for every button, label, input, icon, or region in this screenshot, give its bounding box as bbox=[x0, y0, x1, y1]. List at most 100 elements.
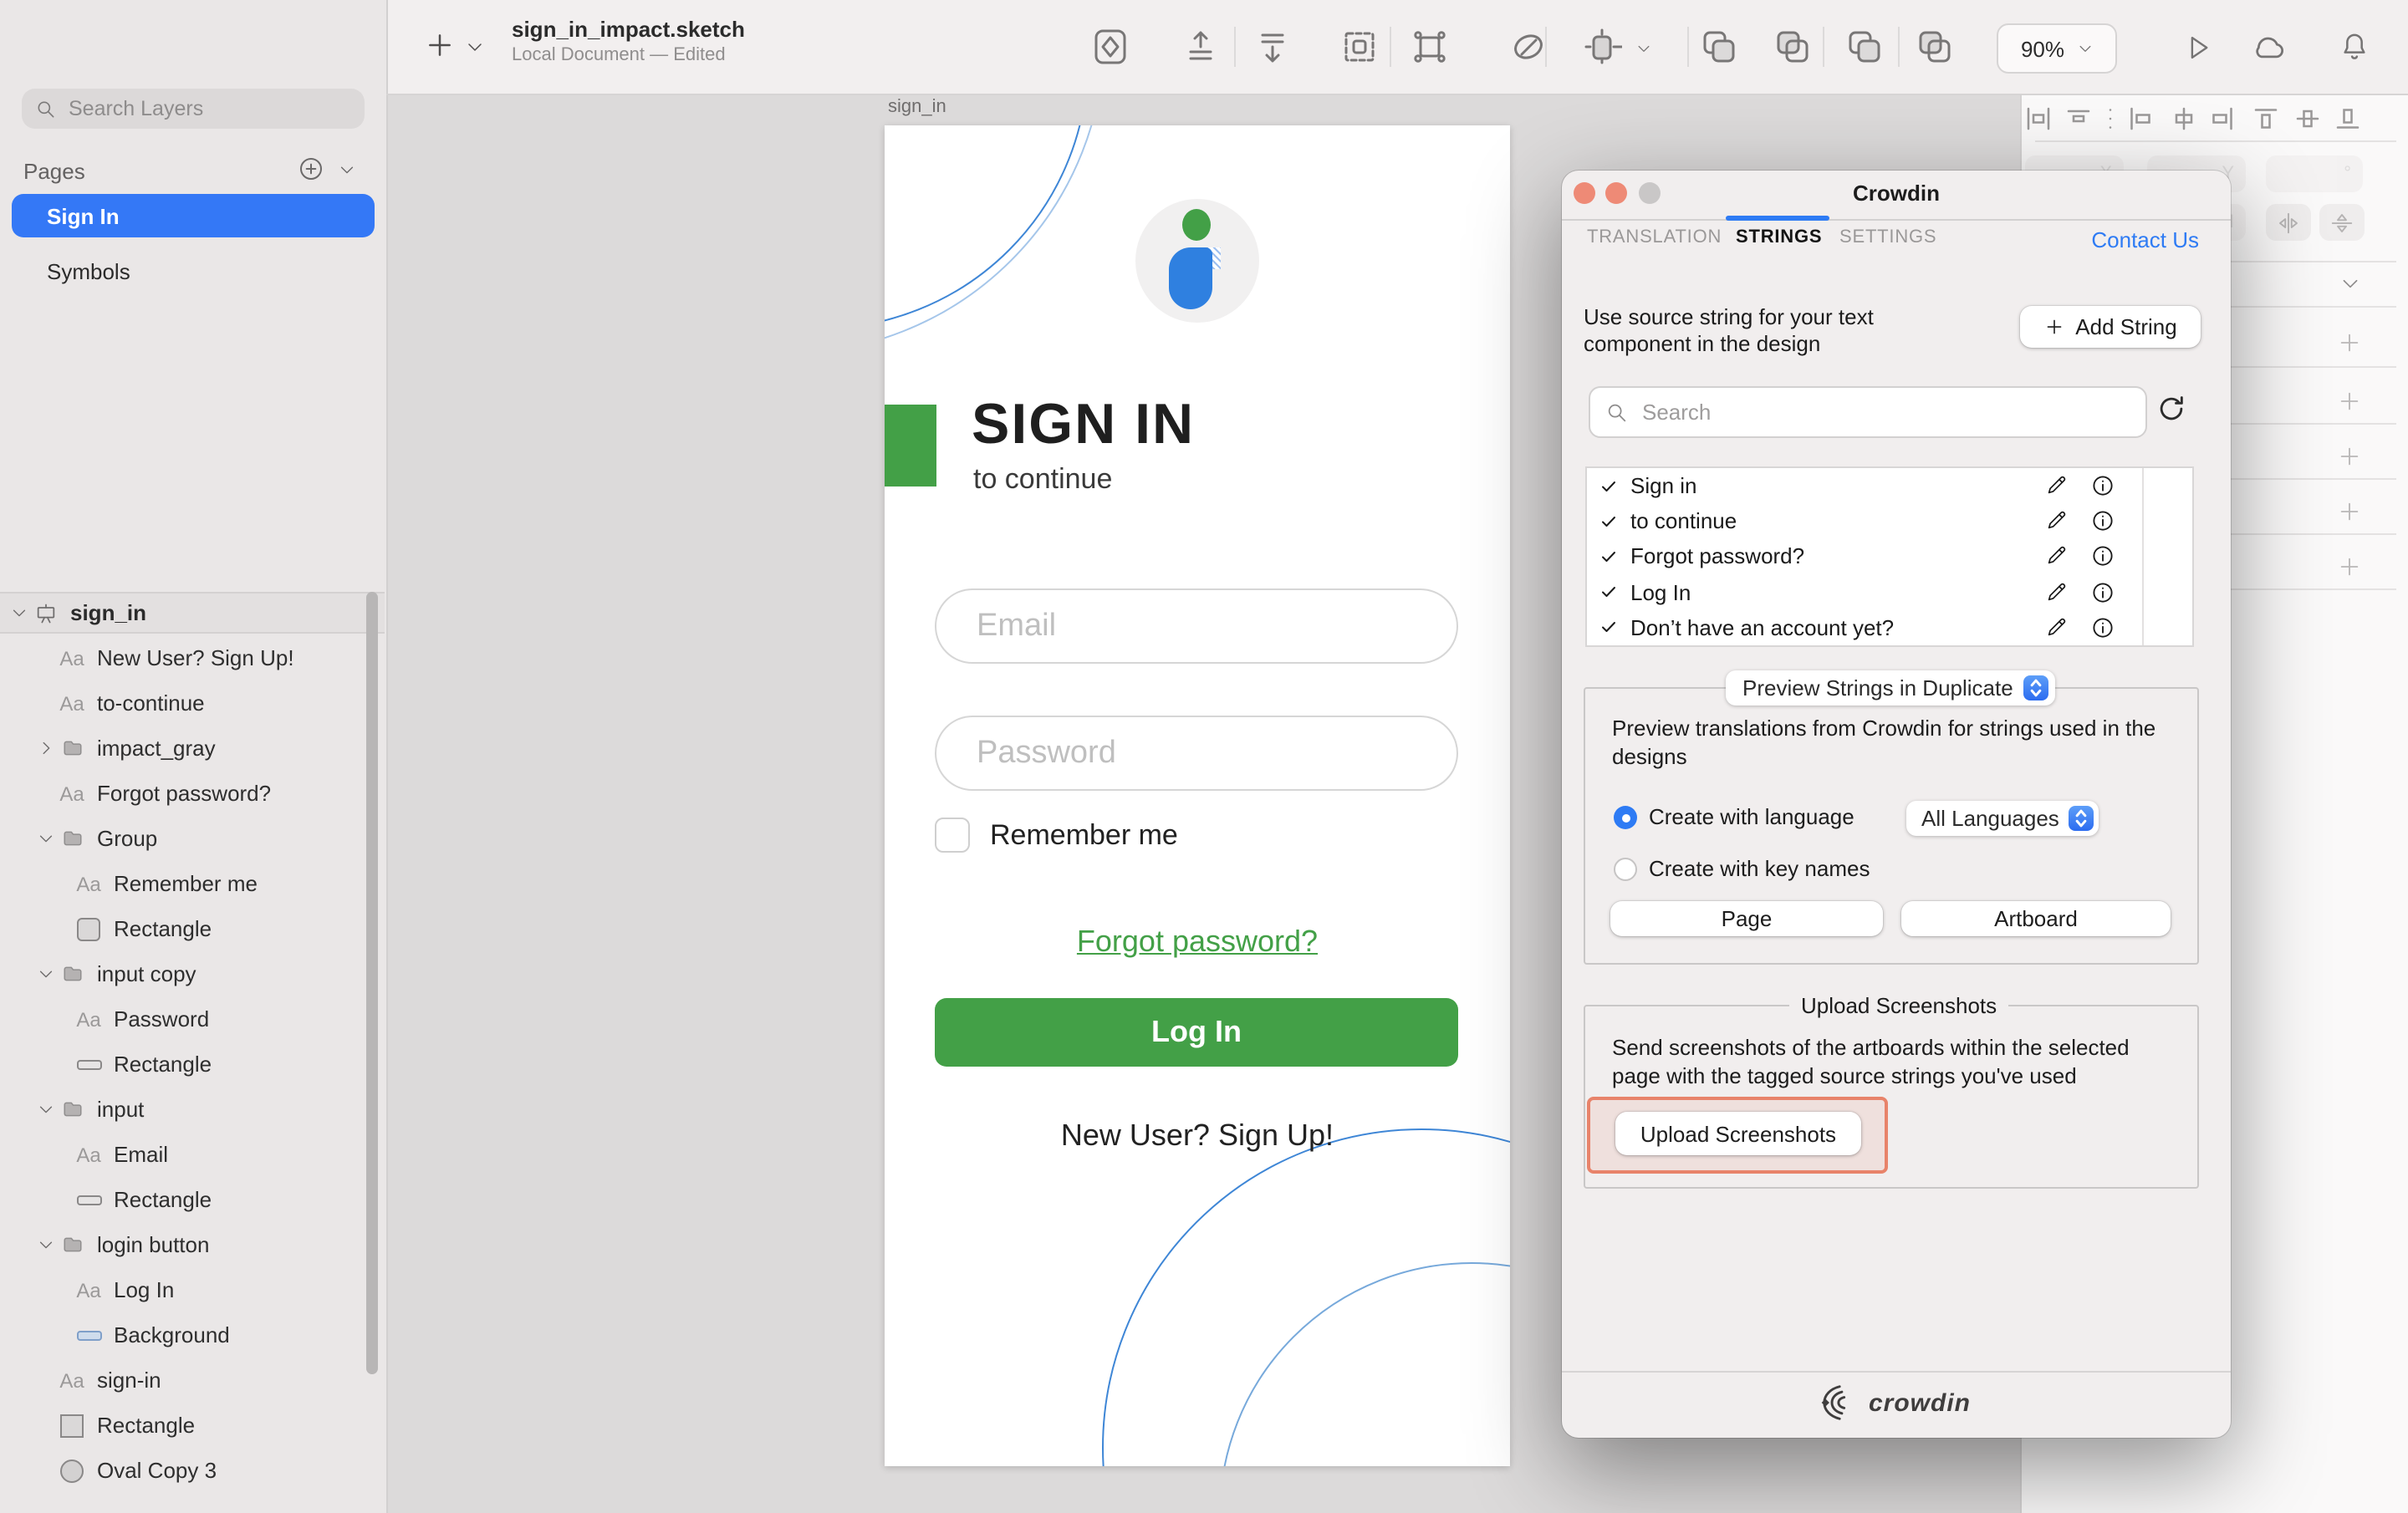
string-row-3[interactable]: Log In bbox=[1587, 574, 2192, 609]
symbol-tool-button[interactable] bbox=[1090, 27, 1130, 67]
string-row-2[interactable]: Forgot password? bbox=[1587, 539, 2192, 574]
more-options-button[interactable] bbox=[2095, 104, 2125, 142]
string-row-1[interactable]: to continue bbox=[1587, 503, 2192, 538]
layer-row-group[interactable]: Group bbox=[0, 816, 365, 861]
resize-menu-chevron[interactable] bbox=[1635, 40, 1652, 57]
chevron-slot[interactable] bbox=[33, 1235, 57, 1254]
rotation-field[interactable]: ° bbox=[2266, 155, 2363, 192]
search-layers-input[interactable] bbox=[65, 95, 323, 122]
page-button[interactable]: Page bbox=[1610, 901, 1883, 936]
string-info-button[interactable] bbox=[2090, 544, 2115, 569]
boolean-difference-button[interactable] bbox=[1915, 27, 1955, 67]
distribute-up-button[interactable] bbox=[1181, 27, 1221, 67]
tab-settings[interactable]: SETTINGS bbox=[1839, 227, 1936, 247]
ungroup-button[interactable] bbox=[1410, 27, 1450, 67]
flip-vertical-button[interactable] bbox=[2319, 204, 2365, 241]
add-style-button[interactable] bbox=[2336, 498, 2363, 525]
artboard-button[interactable]: Artboard bbox=[1901, 901, 2171, 936]
artboard-name-label[interactable]: sign_in bbox=[888, 97, 946, 117]
artboard-layer-header[interactable]: sign_in bbox=[0, 592, 385, 634]
edit-string-button[interactable] bbox=[2045, 579, 2069, 604]
add-string-button[interactable]: Add String bbox=[2020, 306, 2201, 348]
radio-selected-icon[interactable] bbox=[1614, 807, 1637, 830]
create-with-language-option[interactable]: Create with language bbox=[1614, 804, 1854, 832]
strings-search-input[interactable] bbox=[1639, 398, 2114, 426]
language-dropdown[interactable]: All Languages bbox=[1906, 801, 2099, 836]
flip-horizontal-button[interactable] bbox=[2266, 204, 2311, 241]
group-button[interactable] bbox=[1339, 27, 1380, 67]
string-info-button[interactable] bbox=[2090, 615, 2115, 640]
notifications-button[interactable] bbox=[2338, 28, 2371, 65]
upload-screenshots-button[interactable]: Upload Screenshots bbox=[1615, 1112, 1861, 1155]
edit-string-button[interactable] bbox=[2045, 615, 2069, 640]
sign-in-artboard[interactable]: SIGN IN to continue Remember me Forgot p… bbox=[885, 125, 1510, 1466]
sidebar-page-symbols[interactable]: Symbols bbox=[12, 249, 375, 293]
layer-row-new-user-sign-up-[interactable]: AaNew User? Sign Up! bbox=[0, 635, 365, 680]
add-style-button[interactable] bbox=[2336, 443, 2363, 470]
layer-row-to-continue[interactable]: Aato-continue bbox=[0, 680, 365, 726]
layer-row-rectangle[interactable]: Rectangle bbox=[0, 1177, 365, 1222]
create-with-key-names-option[interactable]: Create with key names bbox=[1614, 856, 1870, 884]
remember-me-checkbox[interactable] bbox=[935, 818, 970, 853]
zoom-level-select[interactable]: 90% bbox=[1997, 23, 2117, 74]
refresh-strings-button[interactable] bbox=[2155, 393, 2187, 425]
distribute-vertical-button[interactable] bbox=[2064, 104, 2094, 142]
edit-string-button[interactable] bbox=[2045, 544, 2069, 569]
search-layers-field[interactable] bbox=[22, 89, 365, 129]
forgot-password-link[interactable]: Forgot password? bbox=[885, 925, 1510, 960]
log-in-button[interactable]: Log In bbox=[935, 998, 1458, 1067]
distribute-horizontal-button[interactable] bbox=[2023, 104, 2053, 142]
align-middle-button[interactable] bbox=[2293, 104, 2323, 142]
strings-search-field[interactable] bbox=[1589, 386, 2147, 438]
chevron-slot[interactable] bbox=[33, 1100, 57, 1118]
align-left-button[interactable] bbox=[2125, 104, 2155, 142]
resize-constraints-button[interactable] bbox=[1582, 27, 1622, 67]
boolean-union-button[interactable] bbox=[1699, 27, 1739, 67]
collapse-section-chevron[interactable] bbox=[2339, 273, 2361, 294]
layer-row-rectangle[interactable]: Rectangle bbox=[0, 1403, 365, 1448]
password-field[interactable] bbox=[935, 716, 1458, 791]
string-row-0[interactable]: Sign in bbox=[1587, 468, 2192, 503]
layer-row-oval-copy-3[interactable]: Oval Copy 3 bbox=[0, 1448, 365, 1493]
string-info-button[interactable] bbox=[2090, 509, 2115, 534]
layer-row-input[interactable]: input bbox=[0, 1087, 365, 1132]
email-field[interactable] bbox=[935, 588, 1458, 664]
layer-row-input-copy[interactable]: input copy bbox=[0, 951, 365, 996]
layer-row-rectangle[interactable]: Rectangle bbox=[0, 906, 365, 951]
cloud-sync-button[interactable] bbox=[2249, 28, 2289, 65]
tab-strings[interactable]: STRINGS bbox=[1736, 227, 1822, 247]
layer-row-log-in[interactable]: AaLog In bbox=[0, 1267, 365, 1312]
chevron-slot[interactable] bbox=[7, 604, 30, 622]
layer-row-forgot-password-[interactable]: AaForgot password? bbox=[0, 771, 365, 816]
boolean-intersect-button[interactable] bbox=[1844, 27, 1885, 67]
distribute-down-button[interactable] bbox=[1252, 27, 1293, 67]
edit-string-button[interactable] bbox=[2045, 473, 2069, 498]
layer-row-email[interactable]: AaEmail bbox=[0, 1132, 365, 1177]
insert-menu-chevron[interactable] bbox=[465, 37, 485, 57]
align-right-button[interactable] bbox=[2207, 104, 2237, 142]
chevron-slot[interactable] bbox=[33, 965, 57, 983]
layer-row-impact-gray[interactable]: impact_gray bbox=[0, 726, 365, 771]
layer-row-rectangle[interactable]: Rectangle bbox=[0, 1042, 365, 1087]
sign-up-link[interactable]: New User? Sign Up! bbox=[885, 1118, 1510, 1154]
sidebar-page-sign-in[interactable]: Sign In bbox=[12, 194, 375, 237]
align-bottom-button[interactable] bbox=[2333, 104, 2363, 142]
sidebar-scrollbar[interactable] bbox=[366, 592, 378, 1374]
collapse-pages-chevron[interactable] bbox=[338, 160, 356, 179]
string-info-button[interactable] bbox=[2090, 579, 2115, 604]
layer-row-password[interactable]: AaPassword bbox=[0, 996, 365, 1042]
tab-translation[interactable]: TRANSLATION bbox=[1587, 227, 1722, 247]
string-row-4[interactable]: Don’t have an account yet? bbox=[1587, 610, 2192, 645]
add-style-button[interactable] bbox=[2336, 388, 2363, 415]
align-top-button[interactable] bbox=[2251, 104, 2281, 142]
preview-strings-dropdown[interactable]: Preview Strings in Duplicate bbox=[1726, 670, 2055, 706]
add-style-button[interactable] bbox=[2336, 329, 2363, 356]
preview-button[interactable] bbox=[2182, 32, 2214, 64]
edit-string-button[interactable] bbox=[2045, 509, 2069, 534]
chevron-slot[interactable] bbox=[33, 829, 57, 848]
insert-button[interactable] bbox=[423, 28, 457, 62]
string-info-button[interactable] bbox=[2090, 473, 2115, 498]
boolean-subtract-button[interactable] bbox=[1773, 27, 1813, 67]
layer-row-sign-in[interactable]: Aasign-in bbox=[0, 1358, 365, 1403]
layer-row-login-button[interactable]: login button bbox=[0, 1222, 365, 1267]
